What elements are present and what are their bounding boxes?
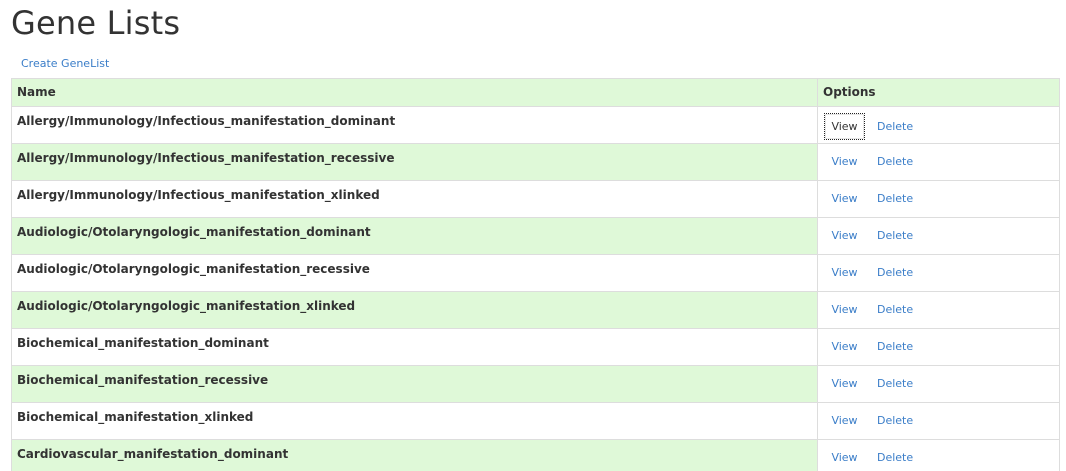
table-body: Allergy/Immunology/Infectious_manifestat… (11, 106, 1060, 471)
table-row: Biochemical_manifestation_recessive View D… (11, 365, 1060, 403)
gene-list-name: Audiologic/Otolaryngologic_manifestation… (11, 254, 818, 292)
row-options: View Delete (817, 217, 1060, 255)
gene-list-name: Allergy/Immunology/Infectious_manifestat… (11, 106, 818, 144)
delete-button[interactable]: Delete (877, 300, 913, 320)
view-button[interactable]: View (824, 337, 865, 357)
row-options: View Delete (817, 254, 1060, 292)
gene-list-name: Biochemical_manifestation_xlinked (11, 402, 818, 440)
table-header-row: Name Options (11, 78, 1060, 107)
view-button[interactable]: View (824, 113, 865, 140)
row-options: View Delete (817, 365, 1060, 403)
table-row: Audiologic/Otolaryngologic_manifestation… (11, 254, 1060, 292)
view-button[interactable]: View (824, 300, 865, 320)
view-button[interactable]: View (824, 448, 865, 468)
delete-button[interactable]: Delete (877, 263, 913, 283)
table-row: Cardiovascular_manifestation_dominant Vie… (11, 439, 1060, 471)
table-row: Allergy/Immunology/Infectious_manifestat… (11, 106, 1060, 144)
view-button[interactable]: View (824, 226, 865, 246)
row-options: View Delete (817, 439, 1060, 471)
delete-button[interactable]: Delete (877, 337, 913, 357)
gene-list-name: Cardiovascular_manifestation_dominant (11, 439, 818, 471)
gene-list-name: Allergy/Immunology/Infectious_manifestat… (11, 143, 818, 181)
row-options: View Delete (817, 328, 1060, 366)
table-row: Biochemical_manifestation_dominant View De… (11, 328, 1060, 366)
row-options: View Delete (817, 402, 1060, 440)
page-title: Gene Lists (11, 4, 181, 42)
gene-lists-page: Gene Lists Create GeneList Name Options … (0, 0, 1066, 471)
table-row: Audiologic/Otolaryngologic_manifestation… (11, 291, 1060, 329)
column-header-name: Name (11, 78, 818, 107)
delete-button[interactable]: Delete (877, 117, 913, 137)
table-row: Allergy/Immunology/Infectious_manifestat… (11, 143, 1060, 181)
delete-button[interactable]: Delete (877, 189, 913, 209)
gene-list-name: Audiologic/Otolaryngologic_manifestation… (11, 217, 818, 255)
table-row: Allergy/Immunology/Infectious_manifestat… (11, 180, 1060, 218)
delete-button[interactable]: Delete (877, 448, 913, 468)
view-button[interactable]: View (824, 374, 865, 394)
view-button[interactable]: View (824, 189, 865, 209)
gene-list-name: Biochemical_manifestation_recessive (11, 365, 818, 403)
row-options: View Delete (817, 106, 1060, 144)
gene-list-name: Audiologic/Otolaryngologic_manifestation… (11, 291, 818, 329)
delete-button[interactable]: Delete (877, 374, 913, 394)
row-options: View Delete (817, 180, 1060, 218)
create-genelist-link[interactable]: Create GeneList (21, 57, 109, 71)
gene-lists-table: Name Options Allergy/Immunology/Infectio… (11, 78, 1060, 471)
delete-button[interactable]: Delete (877, 411, 913, 431)
row-options: View Delete (817, 291, 1060, 329)
view-button[interactable]: View (824, 152, 865, 172)
view-button[interactable]: View (824, 263, 865, 283)
delete-button[interactable]: Delete (877, 226, 913, 246)
gene-list-name: Allergy/Immunology/Infectious_manifestat… (11, 180, 818, 218)
column-header-options: Options (817, 78, 1060, 107)
delete-button[interactable]: Delete (877, 152, 913, 172)
table-row: Audiologic/Otolaryngologic_manifestation… (11, 217, 1060, 255)
view-button[interactable]: View (824, 411, 865, 431)
gene-list-name: Biochemical_manifestation_dominant (11, 328, 818, 366)
row-options: View Delete (817, 143, 1060, 181)
table-row: Biochemical_manifestation_xlinked View Del… (11, 402, 1060, 440)
